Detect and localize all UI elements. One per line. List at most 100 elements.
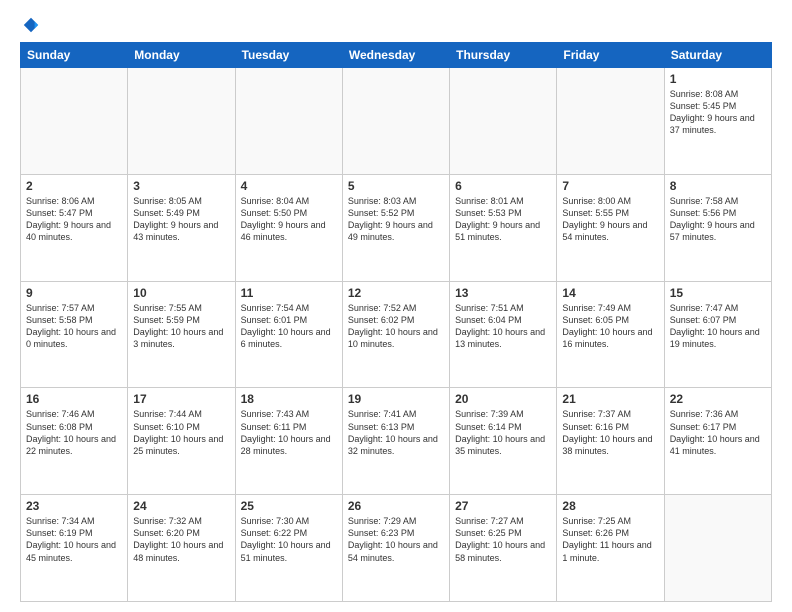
day-number: 1: [670, 72, 766, 86]
day-cell: [342, 68, 449, 175]
day-number: 15: [670, 286, 766, 300]
day-number: 11: [241, 286, 337, 300]
logo-icon: [22, 16, 40, 34]
day-number: 7: [562, 179, 658, 193]
day-cell: 5Sunrise: 8:03 AM Sunset: 5:52 PM Daylig…: [342, 174, 449, 281]
day-info: Sunrise: 7:52 AM Sunset: 6:02 PM Dayligh…: [348, 302, 444, 351]
week-row-3: 9 Sunrise: 7:57 AM Sunset: 5:58 PM Daylig…: [21, 281, 772, 388]
calendar-table: SundayMondayTuesdayWednesdayThursdayFrid…: [20, 42, 772, 602]
day-number: 12: [348, 286, 444, 300]
logo: [20, 16, 40, 34]
day-info: Sunrise: 7:30 AM Sunset: 6:22 PM Dayligh…: [241, 515, 337, 564]
calendar-page: SundayMondayTuesdayWednesdayThursdayFrid…: [0, 0, 792, 612]
week-row-1: 1 Sunrise: 8:08 AM Sunset: 5:45 PM Daylig…: [21, 68, 772, 175]
day-info: Sunrise: 7:49 AM Sunset: 6:05 PM Dayligh…: [562, 302, 658, 351]
week-row-2: 2 Sunrise: 8:06 AM Sunset: 5:47 PM Daylig…: [21, 174, 772, 281]
day-info: Sunrise: 7:51 AM Sunset: 6:04 PM Dayligh…: [455, 302, 551, 351]
day-number: 9: [26, 286, 122, 300]
day-cell: 19 Sunrise: 7:41 AM Sunset: 6:13 PM Dayli…: [342, 388, 449, 495]
day-cell: [664, 495, 771, 602]
day-cell: 17 Sunrise: 7:44 AM Sunset: 6:10 PM Dayli…: [128, 388, 235, 495]
day-info: Sunrise: 7:41 AM Sunset: 6:13 PM Dayligh…: [348, 408, 444, 457]
day-number: 20: [455, 392, 551, 406]
day-info: Sunrise: 7:44 AM Sunset: 6:10 PM Dayligh…: [133, 408, 229, 457]
day-number: 21: [562, 392, 658, 406]
day-cell: 10 Sunrise: 7:55 AM Sunset: 5:59 PM Dayli…: [128, 281, 235, 388]
day-cell: 26Sunrise: 7:29 AM Sunset: 6:23 PM Dayli…: [342, 495, 449, 602]
day-number: 2: [26, 179, 122, 193]
day-number: 14: [562, 286, 658, 300]
day-info: Sunrise: 7:57 AM Sunset: 5:58 PM Dayligh…: [26, 302, 122, 351]
day-number: 6: [455, 179, 551, 193]
day-header-friday: Friday: [557, 43, 664, 68]
header: [20, 16, 772, 34]
day-number: 16: [26, 392, 122, 406]
day-cell: 15Sunrise: 7:47 AM Sunset: 6:07 PM Dayli…: [664, 281, 771, 388]
day-cell: 23 Sunrise: 7:34 AM Sunset: 6:19 PM Dayli…: [21, 495, 128, 602]
day-info: Sunrise: 7:32 AM Sunset: 6:20 PM Dayligh…: [133, 515, 229, 564]
day-number: 25: [241, 499, 337, 513]
day-cell: 16 Sunrise: 7:46 AM Sunset: 6:08 PM Dayli…: [21, 388, 128, 495]
day-info: Sunrise: 7:36 AM Sunset: 6:17 PM Dayligh…: [670, 408, 766, 457]
week-row-4: 16 Sunrise: 7:46 AM Sunset: 6:08 PM Dayli…: [21, 388, 772, 495]
day-cell: 24 Sunrise: 7:32 AM Sunset: 6:20 PM Dayli…: [128, 495, 235, 602]
day-info: Sunrise: 8:00 AM Sunset: 5:55 PM Dayligh…: [562, 195, 658, 244]
day-info: Sunrise: 7:39 AM Sunset: 6:14 PM Dayligh…: [455, 408, 551, 457]
day-cell: 4Sunrise: 8:04 AM Sunset: 5:50 PM Daylig…: [235, 174, 342, 281]
day-cell: [21, 68, 128, 175]
day-number: 5: [348, 179, 444, 193]
day-info: Sunrise: 8:08 AM Sunset: 5:45 PM Dayligh…: [670, 88, 766, 137]
day-cell: 11Sunrise: 7:54 AM Sunset: 6:01 PM Dayli…: [235, 281, 342, 388]
day-info: Sunrise: 7:43 AM Sunset: 6:11 PM Dayligh…: [241, 408, 337, 457]
day-cell: 3 Sunrise: 8:05 AM Sunset: 5:49 PM Daylig…: [128, 174, 235, 281]
day-info: Sunrise: 7:55 AM Sunset: 5:59 PM Dayligh…: [133, 302, 229, 351]
day-number: 28: [562, 499, 658, 513]
day-cell: 27Sunrise: 7:27 AM Sunset: 6:25 PM Dayli…: [450, 495, 557, 602]
day-header-monday: Monday: [128, 43, 235, 68]
day-info: Sunrise: 7:37 AM Sunset: 6:16 PM Dayligh…: [562, 408, 658, 457]
day-number: 23: [26, 499, 122, 513]
day-info: Sunrise: 7:58 AM Sunset: 5:56 PM Dayligh…: [670, 195, 766, 244]
day-cell: 25 Sunrise: 7:30 AM Sunset: 6:22 PM Dayli…: [235, 495, 342, 602]
day-number: 27: [455, 499, 551, 513]
day-number: 10: [133, 286, 229, 300]
calendar-header-row: SundayMondayTuesdayWednesdayThursdayFrid…: [21, 43, 772, 68]
day-header-wednesday: Wednesday: [342, 43, 449, 68]
day-number: 18: [241, 392, 337, 406]
day-header-sunday: Sunday: [21, 43, 128, 68]
day-info: Sunrise: 7:46 AM Sunset: 6:08 PM Dayligh…: [26, 408, 122, 457]
day-cell: 7 Sunrise: 8:00 AM Sunset: 5:55 PM Daylig…: [557, 174, 664, 281]
day-info: Sunrise: 7:25 AM Sunset: 6:26 PM Dayligh…: [562, 515, 658, 564]
day-cell: 28 Sunrise: 7:25 AM Sunset: 6:26 PM Dayli…: [557, 495, 664, 602]
day-cell: 14 Sunrise: 7:49 AM Sunset: 6:05 PM Dayli…: [557, 281, 664, 388]
day-cell: [557, 68, 664, 175]
day-cell: 2 Sunrise: 8:06 AM Sunset: 5:47 PM Daylig…: [21, 174, 128, 281]
day-info: Sunrise: 8:05 AM Sunset: 5:49 PM Dayligh…: [133, 195, 229, 244]
day-cell: [128, 68, 235, 175]
day-number: 22: [670, 392, 766, 406]
day-number: 3: [133, 179, 229, 193]
day-header-thursday: Thursday: [450, 43, 557, 68]
day-header-saturday: Saturday: [664, 43, 771, 68]
day-cell: 1 Sunrise: 8:08 AM Sunset: 5:45 PM Daylig…: [664, 68, 771, 175]
day-cell: [235, 68, 342, 175]
day-number: 4: [241, 179, 337, 193]
day-info: Sunrise: 7:34 AM Sunset: 6:19 PM Dayligh…: [26, 515, 122, 564]
day-cell: 18 Sunrise: 7:43 AM Sunset: 6:11 PM Dayli…: [235, 388, 342, 495]
day-cell: 22 Sunrise: 7:36 AM Sunset: 6:17 PM Dayli…: [664, 388, 771, 495]
day-number: 8: [670, 179, 766, 193]
day-number: 26: [348, 499, 444, 513]
day-cell: 9 Sunrise: 7:57 AM Sunset: 5:58 PM Daylig…: [21, 281, 128, 388]
day-cell: 20 Sunrise: 7:39 AM Sunset: 6:14 PM Dayli…: [450, 388, 557, 495]
day-cell: [450, 68, 557, 175]
day-number: 19: [348, 392, 444, 406]
day-info: Sunrise: 8:01 AM Sunset: 5:53 PM Dayligh…: [455, 195, 551, 244]
day-header-tuesday: Tuesday: [235, 43, 342, 68]
day-cell: 8 Sunrise: 7:58 AM Sunset: 5:56 PM Daylig…: [664, 174, 771, 281]
day-number: 13: [455, 286, 551, 300]
day-info: Sunrise: 8:06 AM Sunset: 5:47 PM Dayligh…: [26, 195, 122, 244]
day-cell: 6 Sunrise: 8:01 AM Sunset: 5:53 PM Daylig…: [450, 174, 557, 281]
day-cell: 12 Sunrise: 7:52 AM Sunset: 6:02 PM Dayli…: [342, 281, 449, 388]
day-number: 17: [133, 392, 229, 406]
day-number: 24: [133, 499, 229, 513]
